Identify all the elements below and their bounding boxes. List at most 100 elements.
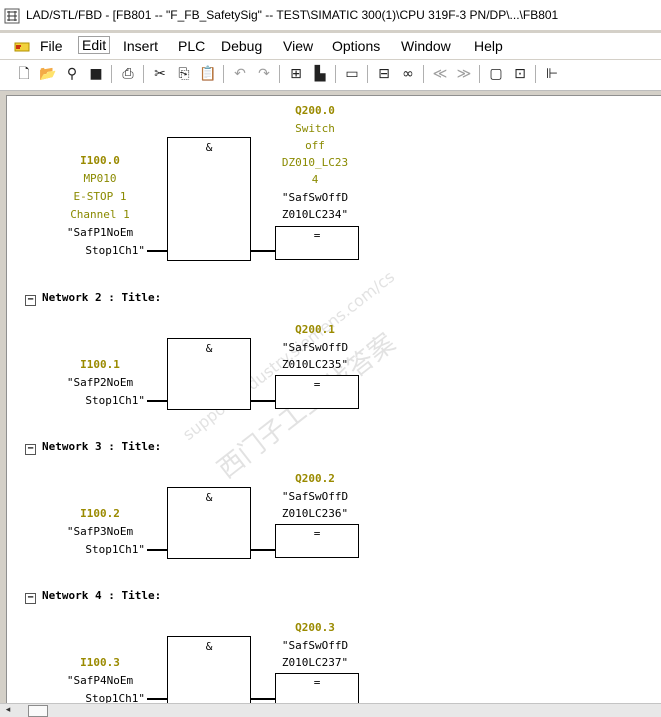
and-block-label: & [205, 491, 213, 504]
input-symbol-line: Stop1Ch1" [85, 543, 145, 556]
menu-window[interactable]: Window [398, 37, 454, 55]
accessible-nodes-icon[interactable]: ⚲ [62, 64, 82, 84]
title-bar: LAD/STL/FBD - [FB801 -- "F_FB_SafetySig"… [0, 0, 661, 30]
input-wire [147, 549, 167, 551]
monitor-icon[interactable]: ∞ [398, 64, 418, 84]
input-symbol-line: Stop1Ch1" [85, 692, 145, 704]
collapse-icon[interactable]: − [25, 444, 36, 455]
load-icon[interactable]: ⊞ [286, 64, 306, 84]
output-symbol-line: "SafSwOffD [281, 341, 349, 354]
toolbar-separator [367, 65, 368, 83]
toolbar-separator [223, 65, 224, 83]
toolbar-separator [479, 65, 480, 83]
input-comment-line: E-STOP 1 [73, 190, 127, 203]
output-address: Q200.0 [295, 104, 335, 117]
toolbar-separator [423, 65, 424, 83]
scroll-left-icon[interactable]: ◂ [2, 705, 14, 716]
and-block[interactable]: & [167, 487, 251, 559]
input-comment-line: MP010 [83, 172, 117, 185]
download-icon[interactable]: ▙ [310, 64, 330, 84]
network-3-header[interactable]: − Network 3 : Title: [25, 440, 162, 455]
input-symbol-line: Stop1Ch1" [85, 394, 145, 407]
zoom-icon[interactable]: ⊡ [510, 64, 530, 84]
print-icon[interactable]: ⎙ [118, 64, 138, 84]
and-block[interactable]: & [167, 137, 251, 261]
cut-icon[interactable]: ✂ [150, 64, 170, 84]
input-symbol-line: "SafP3NoEm [66, 525, 134, 538]
input-symbol-line: Stop1Ch1" [85, 244, 145, 257]
first-icon[interactable]: ≪ [430, 64, 450, 84]
window-icon[interactable]: ▢ [486, 64, 506, 84]
menu-file[interactable]: File [37, 37, 66, 55]
redo-icon[interactable]: ↷ [254, 64, 274, 84]
ladder-icon[interactable]: ⊩ [542, 64, 562, 84]
paste-icon[interactable]: 📋 [198, 64, 218, 84]
output-symbol-line: Z010LC237" [281, 656, 349, 669]
fbd-editor-canvas[interactable]: 西门子工业 找答案 support.industry.siemens.com/c… [6, 95, 661, 704]
output-symbol-line: "SafSwOffD [281, 639, 349, 652]
menu-debug[interactable]: Debug [218, 37, 265, 55]
output-comment-line: DZ010_LC23 [281, 156, 349, 169]
input-address: I100.3 [80, 656, 120, 669]
and-block-label: & [205, 342, 213, 355]
output-address: Q200.1 [295, 323, 335, 336]
output-symbol-line: Z010LC236" [281, 507, 349, 520]
toolbar-separator [335, 65, 336, 83]
toolbar-separator [143, 65, 144, 83]
toolbar: 🗋 📂 ⚲ ■ ⎙ ✂ ⎘ 📋 ↶ ↷ ⊞ ▙ ▭ ⊟ ∞ ≪ ≫ ▢ ⊡ ⊩ [0, 60, 661, 91]
menu-help[interactable]: Help [471, 37, 506, 55]
last-icon[interactable]: ≫ [454, 64, 474, 84]
open-icon[interactable]: 📂 [38, 64, 58, 84]
output-wire [250, 400, 276, 402]
menu-insert[interactable]: Insert [120, 37, 161, 55]
and-block-label: & [205, 640, 213, 653]
assign-block-label: = [313, 527, 321, 540]
output-wire [250, 698, 276, 700]
save-icon[interactable]: ■ [86, 64, 106, 84]
output-comment-line: Switch [295, 122, 335, 135]
new-icon[interactable]: 🗋 [14, 64, 34, 84]
network-4-header[interactable]: − Network 4 : Title: [25, 589, 162, 604]
collapse-icon[interactable]: − [25, 593, 36, 604]
network-icon[interactable]: ⊟ [374, 64, 394, 84]
collapse-icon[interactable]: − [25, 295, 36, 306]
output-symbol-line: "SafSwOffD [281, 490, 349, 503]
and-block-label: & [205, 141, 213, 154]
assign-block[interactable]: = [275, 226, 359, 260]
network-2-header[interactable]: − Network 2 : Title: [25, 291, 161, 306]
output-comment-line: off [305, 139, 325, 152]
assign-block-label: = [313, 229, 321, 242]
input-address: I100.1 [80, 358, 120, 371]
block-folder-icon[interactable] [14, 40, 32, 52]
input-symbol-line: "SafP2NoEm [66, 376, 134, 389]
output-wire [250, 250, 276, 252]
input-wire [147, 698, 167, 700]
menu-plc[interactable]: PLC [175, 37, 208, 55]
network-4-title: Network 4 : Title: [42, 589, 162, 602]
output-comment-line: 4 [311, 173, 319, 186]
and-block[interactable]: & [167, 636, 251, 704]
overview-icon[interactable]: ▭ [342, 64, 362, 84]
output-symbol-line: Z010LC234" [281, 208, 349, 221]
input-comment-line: Channel 1 [70, 208, 130, 221]
assign-block[interactable]: = [275, 524, 359, 558]
copy-icon[interactable]: ⎘ [174, 64, 194, 84]
output-symbol-line: "SafSwOffD [281, 191, 349, 204]
input-address: I100.2 [80, 507, 120, 520]
undo-icon[interactable]: ↶ [230, 64, 250, 84]
and-block[interactable]: & [167, 338, 251, 410]
assign-block[interactable]: = [275, 673, 359, 704]
input-wire [147, 400, 167, 402]
network-3-title: Network 3 : Title: [42, 440, 162, 453]
menu-edit[interactable]: Edit [78, 36, 111, 54]
scrollbar-thumb[interactable] [28, 705, 48, 717]
horizontal-scrollbar[interactable]: ◂ [0, 703, 661, 717]
assign-block[interactable]: = [275, 375, 359, 409]
input-symbol-line: "SafP4NoEm [66, 674, 134, 687]
ladder-app-icon [4, 8, 20, 24]
toolbar-separator [535, 65, 536, 83]
toolbar-separator [279, 65, 280, 83]
toolbar-separator [111, 65, 112, 83]
menu-options[interactable]: Options [329, 37, 383, 55]
menu-view[interactable]: View [280, 37, 316, 55]
